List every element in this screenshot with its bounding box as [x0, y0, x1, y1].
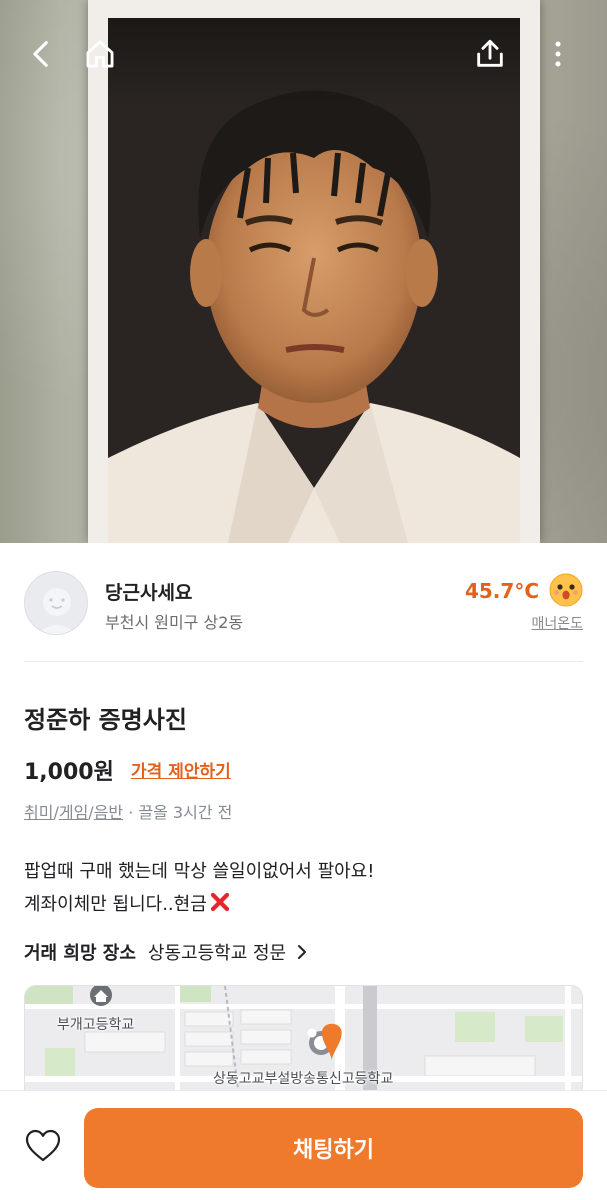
product-image[interactable] [0, 0, 607, 543]
category-link-hobby[interactable]: 취미 [24, 803, 53, 822]
home-icon [86, 40, 114, 68]
meeting-place-row[interactable]: 거래 희망 장소 상동고등학교 정문 [24, 938, 310, 966]
manner-temperature: 45.7°C [464, 579, 539, 603]
share-icon [477, 39, 503, 67]
section-divider [24, 661, 583, 662]
meeting-place-label: 거래 희망 장소 [24, 943, 136, 964]
chat-button[interactable]: 채팅하기 [84, 1108, 583, 1188]
share-button[interactable] [468, 32, 512, 76]
listing-description: 팝업때 구매 했는데 막상 쓸일이없어서 팔아요! 계좌이체만 됩니다..현금 [24, 855, 374, 921]
meeting-place-name: 상동고등학교 정문 [147, 943, 287, 964]
seller-name[interactable]: 당근사세요 [105, 578, 192, 605]
manner-face-icon [549, 573, 583, 607]
default-avatar-icon [25, 572, 87, 634]
map-label-school: 부개고등학교 [57, 1017, 135, 1033]
seller-profile[interactable]: 당근사세요 부천시 원미구 상2동 45.7°C 매너온도 [24, 565, 583, 645]
portrait-photo [108, 18, 520, 543]
home-button[interactable] [78, 32, 122, 76]
category-link-album[interactable]: 음반 [94, 803, 123, 822]
description-text: 계좌이체만 됩니다..현금 [24, 894, 207, 915]
chevron-right-icon [298, 945, 307, 959]
cross-mark-icon [210, 892, 229, 912]
category-link-game[interactable]: 게임 [59, 803, 88, 822]
more-vertical-icon [555, 41, 561, 67]
manner-temperature-label[interactable]: 매너온도 [531, 613, 583, 633]
more-button[interactable] [536, 32, 580, 76]
price-offer-link[interactable]: 가격 제안하기 [131, 757, 231, 782]
description-line-2: 계좌이체만 됩니다..현금 [24, 888, 374, 921]
bottom-action-bar: 채팅하기 [0, 1090, 607, 1200]
location-map[interactable]: 부개고등학교 상동고교부설방송통신고등학교 [24, 985, 583, 1095]
map-label-school-2: 상동고교부설방송통신고등학교 [213, 1071, 394, 1087]
seller-region: 부천시 원미구 상2동 [105, 613, 244, 632]
back-button[interactable] [20, 32, 64, 76]
heart-outline-icon[interactable] [24, 1128, 62, 1164]
description-line: 팝업때 구매 했는데 막상 쓸일이없어서 팔아요! [24, 861, 375, 882]
avatar[interactable] [24, 571, 88, 635]
photo-top-shade [108, 18, 520, 108]
listing-price: 1,000원 [24, 760, 114, 785]
listing-title: 정준하 증명사진 [24, 706, 187, 734]
bump-time: · 끌올 3시간 전 [123, 803, 233, 822]
listing-meta: 취미/게임/음반 · 끌올 3시간 전 [24, 799, 232, 823]
chevron-left-icon [33, 41, 48, 67]
